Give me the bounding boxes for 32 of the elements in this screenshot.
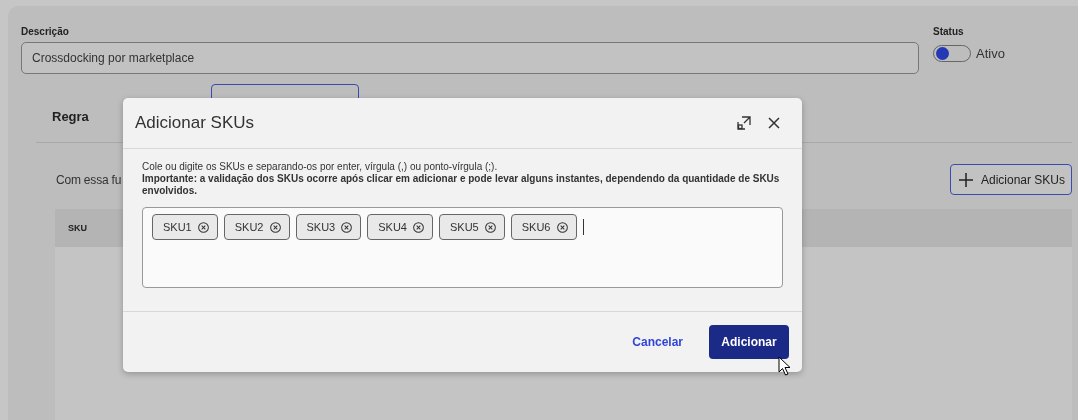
sku-input-field[interactable]: SKU1 SKU2 SKU3 SKU4 SKU5 SKU6 — [142, 207, 783, 288]
instruction-text: Cole ou digite os SKUs e separando-os por enter, vírgula (,) ou ponto-vírgula (;). — [142, 161, 499, 173]
toggle-knob[interactable] — [936, 47, 949, 60]
tab[interactable]: Regra — [52, 108, 89, 124]
text-cursor — [582, 219, 584, 235]
chip-label: SKU2 — [234, 221, 264, 233]
chip-label: SKU6 — [521, 221, 551, 233]
dialog-title: Adicionar SKUs — [135, 113, 256, 133]
cancel-button[interactable]: Cancelar — [626, 334, 689, 350]
field-label: Status — [933, 26, 965, 37]
warning-text: Importante: a validação dos SKUs ocorre após clicar em adicionar e pode levar alguns instantes, dependendo da quantidade de SKUs envolvidos. — [142, 173, 781, 197]
add-skus-button[interactable]: Adicionar SKUs — [949, 164, 1072, 195]
remove-icon[interactable] — [413, 221, 424, 233]
description-text: Com essa fu — [56, 172, 122, 187]
remove-icon[interactable] — [197, 221, 209, 233]
add-button[interactable]: Adicionar — [709, 325, 789, 359]
plus-icon — [958, 172, 973, 187]
expand-icon[interactable] — [737, 116, 751, 130]
remove-icon[interactable] — [556, 221, 568, 233]
remove-icon[interactable] — [484, 221, 496, 233]
close-icon[interactable] — [768, 117, 780, 129]
description-field[interactable]: Crossdocking por marketplace — [21, 42, 919, 74]
chip-label: SKU4 — [378, 221, 407, 233]
chip-label: SKU1 — [163, 221, 192, 233]
toggle-label: Ativo — [976, 46, 1005, 61]
field-label: Descrição — [21, 26, 70, 37]
chip-label: SKU5 — [450, 221, 479, 233]
mouse-pointer-icon — [778, 356, 792, 376]
remove-icon[interactable] — [341, 221, 353, 233]
chip-label: SKU3 — [306, 221, 336, 233]
column-header: SKU — [68, 223, 87, 233]
remove-icon[interactable] — [269, 221, 281, 233]
